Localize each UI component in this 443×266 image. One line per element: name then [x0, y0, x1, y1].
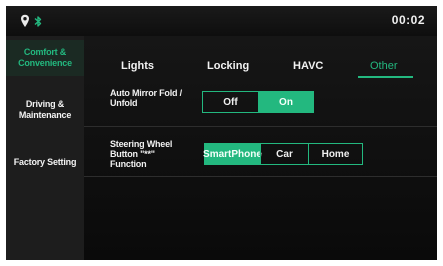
wheel-option-home[interactable]: Home	[308, 144, 362, 164]
steering-wheel-button-selector: SmartPhone Car Home	[203, 143, 363, 165]
head-unit-screen: 00:02 Comfort & Convenience Driving & Ma…	[6, 6, 437, 260]
mirror-fold-toggle: Off On	[202, 91, 314, 113]
active-tab-indicator	[358, 76, 413, 78]
wheel-option-car[interactable]: Car	[260, 144, 308, 164]
settings-panel: Lights Locking HAVC Other Auto Mirror Fo…	[84, 36, 437, 260]
divider	[84, 176, 437, 177]
sidebar-item-comfort-convenience[interactable]: Comfort & Convenience	[6, 40, 84, 76]
divider	[84, 126, 437, 127]
tab-lights[interactable]: Lights	[121, 60, 154, 72]
tab-locking[interactable]: Locking	[207, 60, 249, 72]
status-icons	[20, 12, 42, 30]
wheel-option-smartphone[interactable]: SmartPhone	[203, 144, 262, 164]
tab-havc[interactable]: HAVC	[293, 60, 323, 72]
tab-other[interactable]: Other	[370, 60, 398, 72]
mirror-fold-on-option[interactable]: On	[258, 92, 313, 112]
mirror-fold-off-option[interactable]: Off	[203, 92, 258, 112]
sidebar: Comfort & Convenience Driving & Maintena…	[6, 36, 84, 260]
location-pin-icon	[20, 14, 30, 28]
status-bar: 00:02	[6, 6, 437, 36]
clock: 00:02	[391, 13, 425, 27]
sidebar-item-driving-maintenance[interactable]: Driving & Maintenance	[6, 92, 84, 128]
bluetooth-icon	[34, 15, 42, 28]
mirror-fold-label: Auto Mirror Fold / Unfold	[110, 88, 182, 108]
sidebar-item-factory-setting[interactable]: Factory Setting	[6, 144, 84, 180]
steering-wheel-button-label: Steering Wheel Button "**" Function	[110, 139, 173, 169]
